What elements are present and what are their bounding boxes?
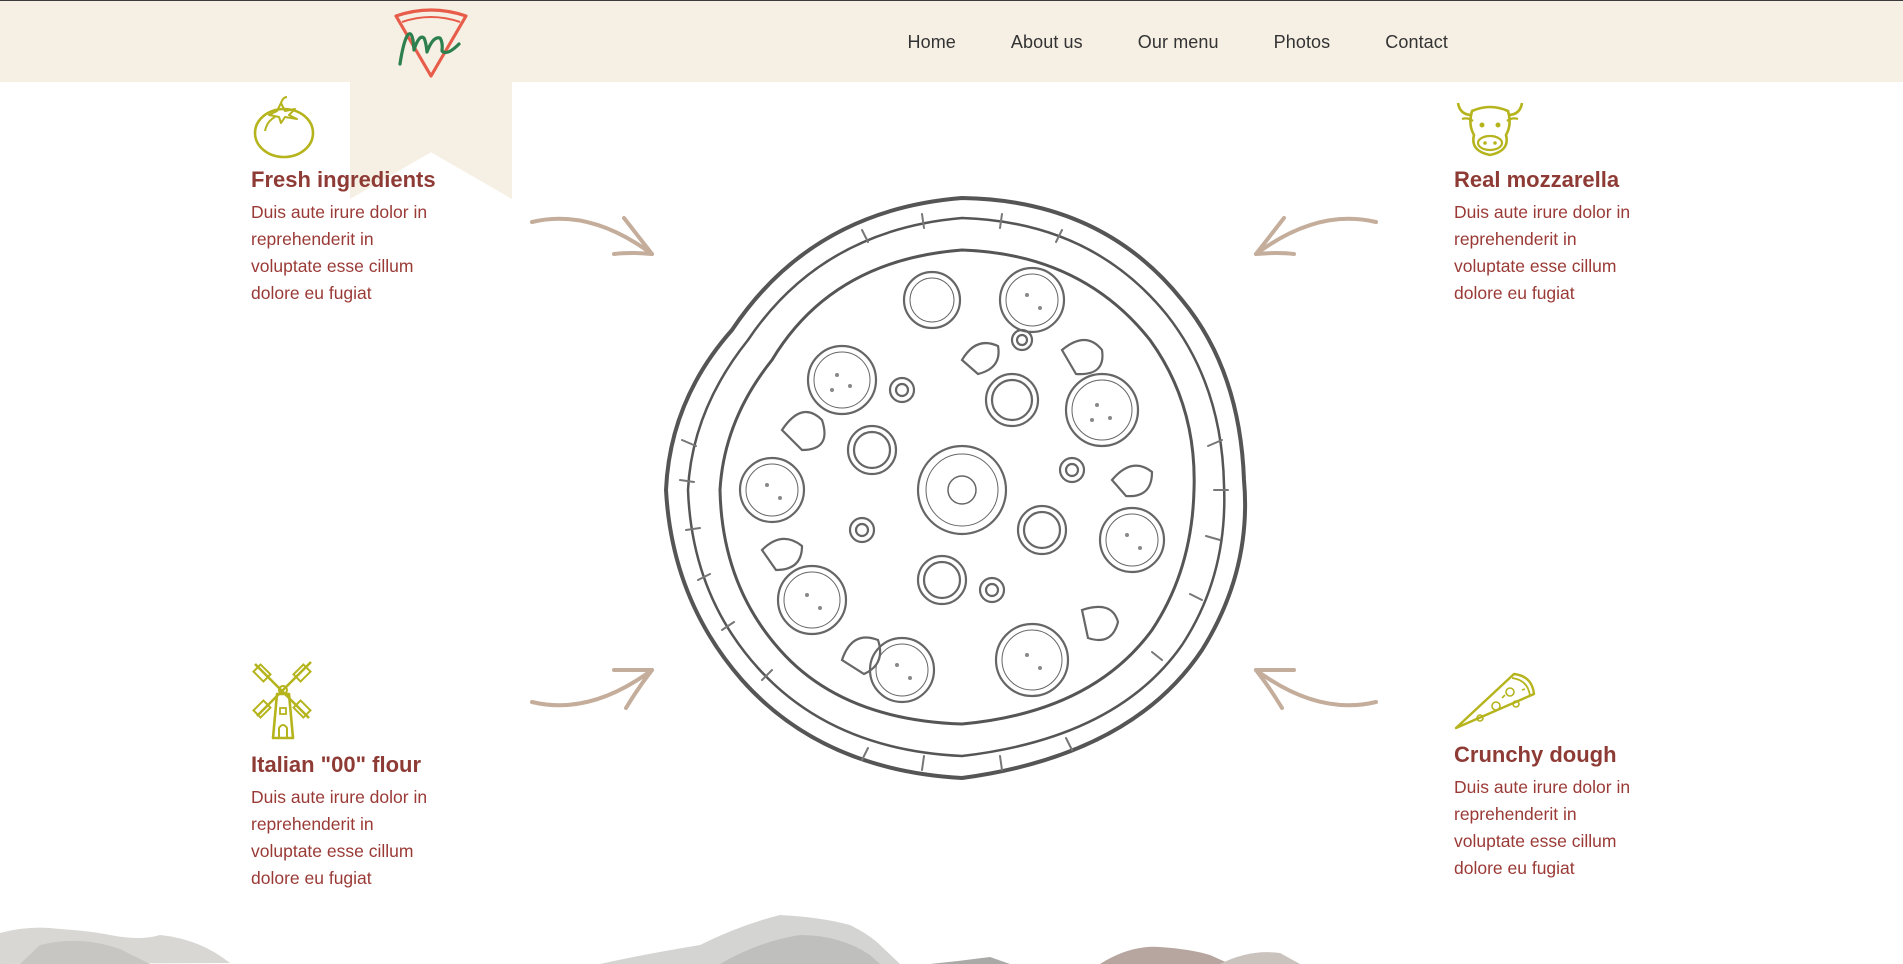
feature-text: Duis aute irure dolor in reprehenderit i…: [251, 202, 428, 303]
windmill-icon: [252, 661, 312, 740]
pizza-slice-icon: [1454, 672, 1536, 730]
nav-about-link[interactable]: About us: [1011, 32, 1083, 53]
nav-contact-link[interactable]: Contact: [1385, 32, 1448, 53]
feature-title: Real mozzarella: [1454, 167, 1620, 192]
feature-real-mozzarella: Real mozzarella Duis aute irure dolor in…: [1454, 95, 1654, 307]
nav-photos-link[interactable]: Photos: [1274, 32, 1331, 53]
feature-fresh-ingredients: Fresh ingredients Duis aute irure dolor …: [251, 95, 451, 307]
arrow-top-right-icon: [1254, 216, 1378, 256]
pizza-illustration: [663, 195, 1248, 781]
bottom-photo-strip: [0, 915, 1300, 964]
cow-icon: [1456, 102, 1524, 157]
arrow-bottom-right-icon: [1254, 668, 1378, 710]
feature-crunchy-dough: Crunchy dough Duis aute irure dolor in r…: [1454, 670, 1654, 882]
nav-home-link[interactable]: Home: [908, 32, 956, 53]
feature-title: Fresh ingredients: [251, 167, 436, 192]
site-header: Home About us Our menu Photos Contact: [0, 1, 1903, 82]
feature-text: Duis aute irure dolor in reprehenderit i…: [1454, 202, 1631, 303]
main-nav: Home About us Our menu Photos Contact: [880, 1, 1476, 83]
nav-menu-link[interactable]: Our menu: [1138, 32, 1219, 53]
feature-title: Italian "00" flour: [251, 752, 422, 777]
feature-italian-flour: Italian "00" flour Duis aute irure dolor…: [251, 660, 451, 892]
arrow-bottom-left-icon: [530, 668, 654, 710]
pizza-logo-icon: [394, 8, 468, 78]
feature-text: Duis aute irure dolor in reprehenderit i…: [251, 787, 428, 888]
tomato-icon: [253, 96, 315, 159]
feature-text: Duis aute irure dolor in reprehenderit i…: [1454, 777, 1631, 878]
arrow-top-left-icon: [530, 216, 654, 256]
feature-title: Crunchy dough: [1454, 742, 1617, 767]
